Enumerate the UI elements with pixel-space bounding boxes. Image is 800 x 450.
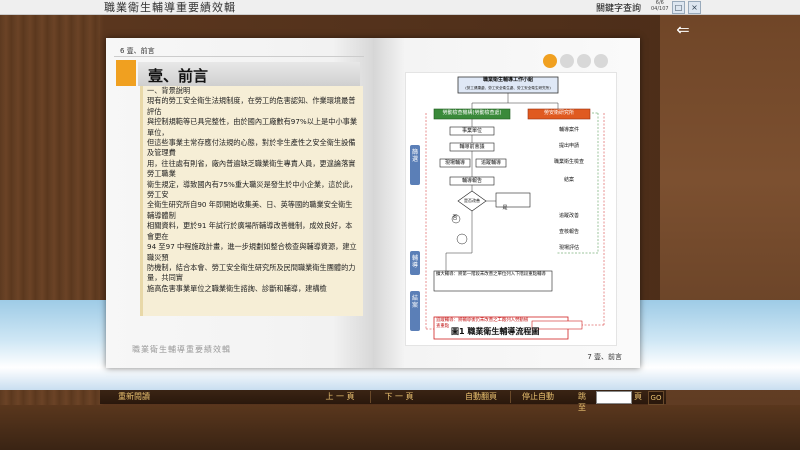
left-page: 6 壹、前言 壹、前言 一、背景說明 現有的勞工安全衛生法規制度，在勞工的危害認… <box>106 38 373 368</box>
flow-tab-guide: 輔導 <box>410 255 420 269</box>
book-spread: 6 壹、前言 壹、前言 一、背景說明 現有的勞工安全衛生法規制度，在勞工的危害認… <box>106 38 640 368</box>
left-page-header: 6 壹、前言 <box>120 47 155 55</box>
back-arrow-icon[interactable]: ⇐ <box>672 22 694 38</box>
section-header: 壹、前言 <box>138 62 360 86</box>
right-page: 職業衛生輔導工作小組 (勞工健康處、勞工安全衛生處、勞工安全衛生研究所) 勞動檢… <box>373 38 640 368</box>
page-number-input[interactable] <box>596 391 632 404</box>
fullscreen-icon[interactable]: □ <box>672 1 685 14</box>
section-title: 壹、前言 <box>148 67 209 85</box>
prev-page-button[interactable]: 上 一 頁 <box>312 391 368 403</box>
flow-top-box: 職業衛生輔導工作小組 <box>482 77 533 83</box>
paragraph: 與控制規範等已具完整性，由於國內工廠數有97%以上是中小事業單位， <box>147 117 358 137</box>
flow-side-label: 結案 <box>563 177 574 183</box>
flow-left-branch: 勞動檢查機構(勞動檢查處) <box>442 110 502 116</box>
next-page-button[interactable]: 下 一 頁 <box>370 391 427 403</box>
left-page-footer: 職業衛生輔導重要績效輯 <box>132 345 231 354</box>
paragraph: 衛生規定，導致國內有75%重大職災是發生於中小企業，這於此，勞工安 <box>147 179 358 200</box>
page-counter: 6/6 04/107 <box>651 0 669 12</box>
flow-step: 事業單位 <box>461 128 482 134</box>
flow-side-label: 提出申請 <box>558 143 579 149</box>
stop-auto-button[interactable]: 停止自動 <box>510 391 565 403</box>
flow-top-sub: (勞工健康處、勞工安全衛生處、勞工安全衛生研究所) <box>465 86 551 90</box>
figure-caption: 圖1 職業衛生輔導流程圖 <box>451 327 540 336</box>
goto-label: 跳至 <box>578 392 586 412</box>
keyword-search-button[interactable]: 關鍵字查詢 <box>596 1 641 14</box>
section-accent-block <box>116 60 136 86</box>
paragraph: 相關資料，更於91 年試行於廣場所輔導改善機制，成效良好，本會更在 <box>147 221 353 241</box>
pager-dot[interactable] <box>577 54 591 68</box>
paragraph: 現有的勞工安全衛生法規制度，在勞工的危害認知、作業環境最普評估 <box>147 96 356 116</box>
flow-side-label: 輔導案件 <box>558 127 579 133</box>
flow-tab-close: 結案 <box>410 295 420 309</box>
right-page-footer: 7 壹、前言 <box>587 353 622 361</box>
paragraph: 防機制，結合本會、勞工安全衛生研究所及民間職業衛生團體的力量，共同實 <box>147 262 356 283</box>
goto-suffix: 頁 <box>634 392 642 401</box>
window-title: 職業衛生輔導重要績效輯 <box>104 1 236 14</box>
paragraph: 用，往往處有則省，廠內普遍缺乏職業衛生專責人員，更遑論落實勞工職業 <box>147 158 356 179</box>
flow-side-label: 追蹤改善 <box>558 213 579 219</box>
pager-dot[interactable] <box>594 54 608 68</box>
header-divider <box>114 56 364 57</box>
body-text: 一、背景說明 現有的勞工安全衛生法規制度，在勞工的危害認知、作業環境最普評估 與… <box>140 86 363 316</box>
paragraph: 一、背景說明 <box>147 86 191 95</box>
flow-step: 輔導報告 <box>461 178 482 184</box>
pager-dot-active[interactable] <box>543 54 557 68</box>
paragraph: 全衛生研究所自90 年即開始收集美、日、英等國的職業安全衛生輔導體制 <box>147 200 353 220</box>
flow-no-label: 否 <box>452 215 458 221</box>
wood-background-bottom <box>0 405 800 450</box>
flow-right-branch: 勞安衛研究所 <box>543 110 574 116</box>
title-bar: 職業衛生輔導重要績效輯 關鍵字查詢 6/6 04/107 □ × <box>0 0 800 15</box>
flow-step: 輔導前會議 <box>459 144 485 150</box>
page-counter-bottom: 04/107 <box>651 6 669 12</box>
pager-dot[interactable] <box>560 54 574 68</box>
close-icon[interactable]: × <box>688 1 701 14</box>
flow-step: 現場輔導 <box>444 160 465 166</box>
go-button[interactable]: GO <box>648 391 664 405</box>
flow-bottom-box: 擴大輔導：將第一階段未改善之單位列入下階段重點輔導 <box>436 272 546 277</box>
flow-tab-screen: 篩選 <box>410 149 420 163</box>
auto-flip-button[interactable]: 自動翻頁 <box>454 391 508 403</box>
flow-side-label: 現場評估 <box>558 245 579 251</box>
paragraph: 但這些事業主常存應付法規的心態，對於非生產性之安全衛生設備及管理費 <box>147 138 356 158</box>
paragraph: 94 至97 中程施政計畫，進一步規劃如整合檢查與輔導資源，建立職災預 <box>147 242 357 262</box>
flow-side-label: 查核報告 <box>558 229 579 235</box>
flow-yes-label: 是 <box>502 205 508 211</box>
flow-diamond: 是否改善 <box>464 198 480 203</box>
flow-side-label: 職業衛生檢查 <box>553 159 584 165</box>
flowchart: 職業衛生輔導工作小組 (勞工健康處、勞工安全衛生處、勞工安全衛生研究所) 勞動檢… <box>405 72 617 346</box>
flow-step: 追蹤輔導 <box>480 160 501 166</box>
restart-reading-button[interactable]: 重新閱讀 <box>104 391 164 403</box>
paragraph: 施高危害事業單位之職業衛生諮詢、診斷和輔導，建構檢 <box>147 283 327 293</box>
